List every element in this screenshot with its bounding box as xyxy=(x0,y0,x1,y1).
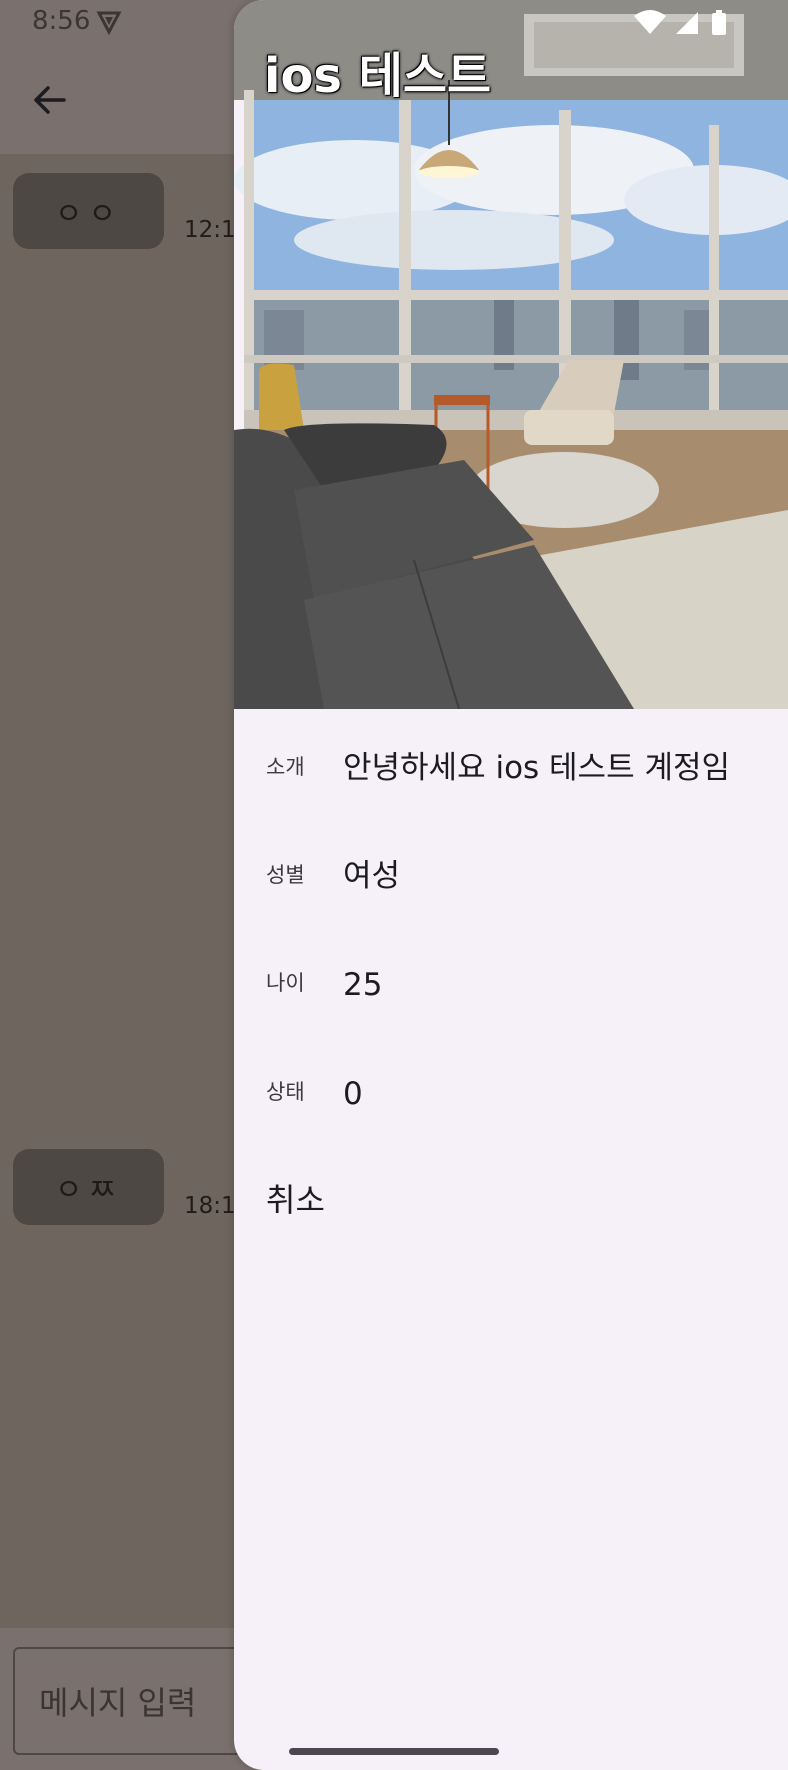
message-time: 18:1 xyxy=(184,1193,236,1219)
battery-icon xyxy=(712,10,726,35)
message-time: 12:1 xyxy=(184,217,236,243)
info-row-age: 나이 25 xyxy=(266,951,776,1011)
info-value: 여성 xyxy=(343,858,401,894)
info-label: 상태 xyxy=(266,1080,305,1104)
info-row-status: 상태 0 xyxy=(266,1060,776,1120)
profile-drawer: ios 테스트 소개 안녕하세요 ios 테스트 계정임 성별 여성 나이 25… xyxy=(234,0,788,1770)
status-time: 8:56 xyxy=(32,6,91,36)
info-row-gender: 성별 여성 xyxy=(266,843,776,903)
info-value: 안녕하세요 ios 테스트 계정임 xyxy=(343,750,731,786)
cellular-icon xyxy=(676,12,698,34)
home-indicator[interactable] xyxy=(289,1748,499,1755)
living-room-photo: ios 테스트 xyxy=(234,0,788,709)
arrow-back-icon xyxy=(34,86,66,114)
info-value: 25 xyxy=(343,967,383,1003)
message-bubble[interactable]: ㅇㅉ xyxy=(13,1149,164,1225)
info-label: 나이 xyxy=(266,971,305,995)
info-row-intro: 소개 안녕하세요 ios 테스트 계정임 xyxy=(266,735,776,795)
cancel-button[interactable]: 취소 xyxy=(266,1175,325,1221)
back-button[interactable] xyxy=(28,78,72,122)
info-label: 성별 xyxy=(266,863,305,887)
wifi-icon xyxy=(634,10,666,34)
system-status-icons xyxy=(630,8,740,40)
info-value: 0 xyxy=(343,1076,363,1112)
info-label: 소개 xyxy=(266,755,305,779)
message-input-placeholder: 메시지 입력 xyxy=(39,1684,197,1722)
profile-name: ios 테스트 xyxy=(264,48,492,104)
screen: 8:56 ㅇㅇ 12:1 ㅇㅉ 18:1 메시지 입력 ios 테스트 소개 안… xyxy=(0,0,788,1770)
vpn-shield-icon xyxy=(96,9,122,42)
message-bubble[interactable]: ㅇㅇ xyxy=(13,173,164,249)
